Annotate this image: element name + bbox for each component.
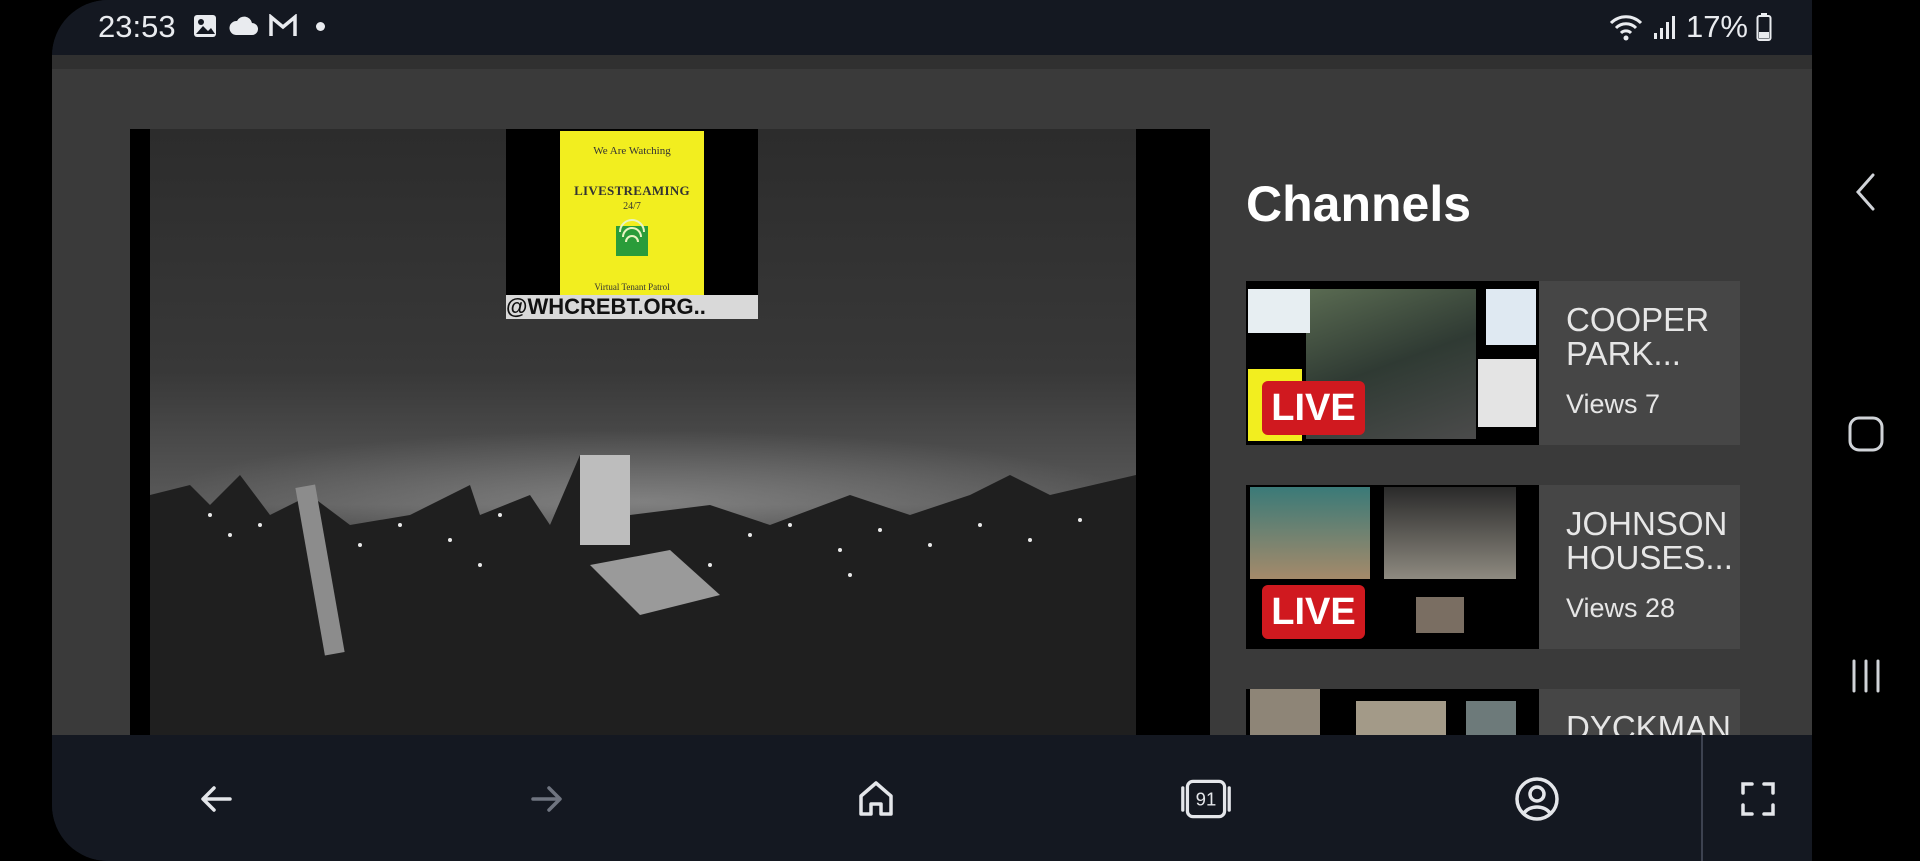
gallery-icon <box>194 15 216 37</box>
web-page[interactable]: We Are Watching LIVESTREAMING 24/7 Virtu… <box>52 55 1812 735</box>
browser-toolbar: 91 <box>52 735 1812 861</box>
channels-heading: Channels <box>1246 176 1472 232</box>
status-bar: 23:53 17% <box>52 0 1812 55</box>
live-badge: LIVE <box>1262 381 1365 435</box>
system-status-icons: 17% <box>1608 9 1772 45</box>
profile-icon <box>1515 777 1559 821</box>
wifi-icon <box>1609 15 1643 41</box>
forward-icon <box>531 786 562 812</box>
channel-name: JOHNSON HOUSES... <box>1566 505 1733 576</box>
thumb-panel <box>1486 289 1536 345</box>
channel-views: Views 28 <box>1566 593 1676 623</box>
battery-percent: 17% <box>1685 9 1748 44</box>
thumb-panel <box>1478 359 1536 427</box>
watching-sign: We Are Watching LIVESTREAMING 24/7 Virtu… <box>560 131 704 296</box>
cloud-icon <box>229 16 258 35</box>
thumb-courtyard <box>1384 487 1516 579</box>
channel-thumbnail: LIVE <box>1246 281 1539 445</box>
thumb-people <box>1416 597 1464 633</box>
live-badge: LIVE <box>1262 585 1365 639</box>
status-time: 23:53 <box>98 9 176 44</box>
gmail-icon <box>269 14 297 36</box>
sign-line: LIVESTREAMING <box>574 183 690 198</box>
profile-button[interactable] <box>1511 773 1563 825</box>
browser-window: 23:53 17% We Are Watching LIVESTREAMING … <box>52 0 1812 861</box>
video-player[interactable]: We Are Watching LIVESTREAMING 24/7 Virtu… <box>130 129 1210 735</box>
recents-icon <box>1852 659 1880 693</box>
thumb-panel <box>1250 689 1320 735</box>
channel-card[interactable]: LIVE COOPER PARK... Views 7 <box>1246 281 1740 445</box>
back-icon <box>201 786 232 812</box>
home-icon <box>859 781 893 816</box>
system-home-button[interactable] <box>1840 408 1892 460</box>
page-header-band <box>52 55 1812 69</box>
channel-thumbnail: LIVE <box>1246 485 1539 649</box>
tabs-button[interactable]: 91 <box>1180 773 1232 825</box>
system-back-button[interactable] <box>1840 166 1892 218</box>
channel-card[interactable]: LIVE JOHNSON HOUSES... Views 28 <box>1246 485 1740 649</box>
forward-button[interactable] <box>521 773 573 825</box>
signal-icon <box>1653 16 1675 39</box>
square-icon <box>1848 416 1884 452</box>
thumb-panel <box>1248 289 1310 333</box>
fullscreen-icon <box>1741 782 1775 816</box>
city-skyline <box>150 455 1136 735</box>
channel-views: Views 7 <box>1566 389 1661 419</box>
overlay-url: @WHCREBT.ORG.. <box>506 295 758 319</box>
toolbar-divider <box>1701 735 1703 861</box>
sign-line: Virtual Tenant Patrol <box>594 282 670 292</box>
back-button[interactable] <box>190 773 242 825</box>
system-navigation-bar <box>1812 0 1920 861</box>
system-recents-button[interactable] <box>1840 650 1892 702</box>
tab-count: 91 <box>1196 789 1217 810</box>
tabs-icon: 91 <box>1181 779 1231 819</box>
overlay-banner: We Are Watching LIVESTREAMING 24/7 Virtu… <box>506 129 758 319</box>
camera-feed: We Are Watching LIVESTREAMING 24/7 Virtu… <box>150 129 1136 735</box>
sign-line: 24/7 <box>623 201 641 212</box>
chevron-left-icon <box>1855 173 1875 211</box>
thumb-panel <box>1356 701 1446 735</box>
home-button[interactable] <box>850 773 902 825</box>
thumb-hallway <box>1250 487 1370 579</box>
channel-thumbnail <box>1246 689 1539 735</box>
notification-icons <box>192 13 325 39</box>
channel-card[interactable]: DYCKMAN <box>1246 689 1740 735</box>
channel-name: DYCKMAN <box>1566 709 1732 736</box>
channel-name: COOPER PARK... <box>1566 301 1710 372</box>
thumb-panel <box>1466 701 1516 735</box>
fullscreen-button[interactable] <box>1732 773 1784 825</box>
tree-logo-icon <box>616 219 648 256</box>
battery-icon <box>1756 13 1772 41</box>
sign-line: We Are Watching <box>593 145 671 157</box>
notification-dot-icon <box>316 21 325 31</box>
